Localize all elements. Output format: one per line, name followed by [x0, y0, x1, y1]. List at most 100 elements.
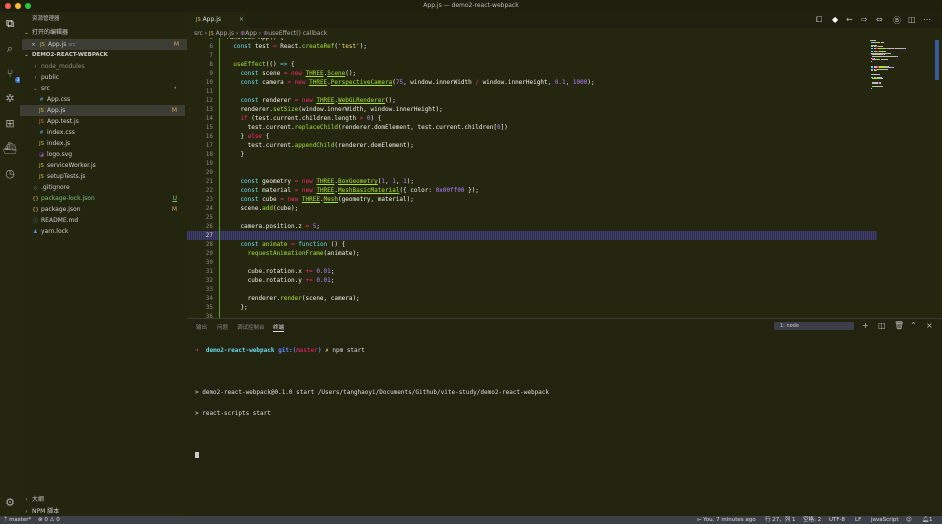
editor-scrollbar[interactable]	[935, 40, 939, 80]
explorer-icon[interactable]: ⧉	[3, 17, 17, 31]
item-label: index.css	[47, 129, 75, 136]
file-item[interactable]: JS serviceWorker.js	[20, 160, 185, 171]
file-item[interactable]: ◇ .gitignore	[20, 182, 185, 193]
line-number: 19	[205, 160, 213, 167]
feedback-icon[interactable]: ☺	[906, 516, 912, 524]
item-label: serviceWorker.js	[47, 162, 96, 169]
close-window-button[interactable]	[5, 3, 11, 9]
maximize-panel-icon[interactable]: ⌃	[910, 321, 917, 330]
terminal[interactable]: ➜ demo2-react-webpack git:(master) ✗ npm…	[195, 333, 549, 473]
new-terminal-icon[interactable]: +	[862, 321, 869, 330]
code-editor[interactable]: 5function App() {6 const test = React.cr…	[187, 38, 877, 318]
compare-icon[interactable]: ⧠	[816, 15, 822, 25]
breadcrumb-item[interactable]: App	[245, 30, 257, 37]
folder-item[interactable]: › public	[20, 72, 185, 83]
file-item[interactable]: ♟ yarn.lock	[20, 226, 185, 237]
file-item[interactable]: JS setupTests.js	[20, 171, 185, 182]
file-item[interactable]: ⓘ README.md	[20, 215, 185, 226]
tab-problems[interactable]: 问题	[217, 323, 228, 331]
item-label: App.js	[47, 107, 66, 114]
debug-icon[interactable]: ✲	[3, 92, 17, 106]
encoding-status[interactable]: UTF-8	[829, 516, 845, 524]
outline-section[interactable]: › 大纲	[23, 494, 188, 505]
code-line: 27	[187, 231, 877, 240]
folder-item[interactable]: › node_modules	[20, 61, 185, 72]
previous-change-icon[interactable]: ⇨	[861, 15, 868, 24]
code-line: 11	[187, 87, 877, 96]
file-item[interactable]: # App.css	[20, 94, 185, 105]
tab-debug-console[interactable]: 调试控制台	[237, 323, 265, 331]
minimap-line	[905, 48, 906, 49]
line-number: 9	[209, 70, 213, 77]
code-line: 15 test.current.replaceChild(renderer.do…	[187, 123, 877, 132]
open-changes-icon[interactable]: Ⓑ	[893, 15, 901, 26]
split-editor-icon[interactable]: ◫	[908, 15, 916, 24]
line-number: 23	[205, 196, 213, 203]
line-number: 14	[205, 115, 213, 122]
tab-output[interactable]: 输出	[196, 323, 207, 331]
cursor-position[interactable]: 行 27，列 1	[765, 516, 796, 524]
file-item[interactable]: JS App.js M	[20, 105, 185, 116]
docker-icon[interactable]: ⛴	[3, 142, 17, 156]
kill-terminal-icon[interactable]: 🗑	[894, 321, 904, 330]
problems-status[interactable]: ⊗ 0 ⚠ 0	[38, 516, 60, 524]
git-blame-status[interactable]: ⟜ You, 7 minutes ago	[697, 516, 756, 524]
activity-bar: ⧉ ⌕ ⑂ 3 ✲ ⊞ ⛴ ◷ ⚙	[0, 12, 21, 516]
line-number: 25	[205, 214, 213, 221]
folder-item[interactable]: ⌄ src •	[20, 83, 185, 94]
branch-status[interactable]: ᛘ master*	[4, 516, 31, 524]
code-text: if (test.current.children.length > 0) {	[226, 115, 382, 122]
git-lens-icon[interactable]: ◆	[832, 15, 838, 24]
close-panel-icon[interactable]: ×	[926, 321, 933, 330]
bell-icon: 🔔︎	[922, 517, 929, 523]
extensions-icon[interactable]: ⊞	[3, 117, 17, 131]
file-item[interactable]: {} package.json M	[20, 204, 185, 215]
tab-app-js[interactable]: JS App.js ×	[187, 12, 247, 28]
minimize-window-button[interactable]	[15, 3, 21, 9]
item-label: README.md	[41, 217, 79, 224]
source-control-icon[interactable]: ⑂ 3	[3, 67, 21, 83]
gear-icon[interactable]: ⚙	[3, 496, 17, 510]
breadcrumb-item[interactable]: src	[194, 30, 203, 37]
line-number: 8	[209, 61, 213, 68]
more-actions-icon[interactable]: ⋯	[923, 15, 931, 24]
eol-status[interactable]: LF	[855, 516, 861, 524]
next-change-icon[interactable]: ⇔	[876, 15, 883, 24]
file-item[interactable]: {} package-lock.json U	[20, 193, 185, 204]
open-editor-item[interactable]: × JS App.js src M	[22, 39, 187, 50]
code-line: 6 const test = React.createRef('test');	[187, 42, 877, 51]
indentation-status[interactable]: 空格: 2	[803, 516, 821, 524]
terminal-select[interactable]: 1: node	[774, 322, 854, 330]
line-number: 29	[205, 250, 213, 257]
maximize-window-button[interactable]	[25, 3, 31, 9]
search-icon[interactable]: ⌕	[3, 42, 17, 56]
line-number: 6	[209, 43, 213, 50]
file-item[interactable]: # index.css	[20, 127, 185, 138]
line-number: 26	[205, 223, 213, 230]
minimap[interactable]	[870, 40, 930, 100]
breadcrumb-item[interactable]: useEffect() callback	[268, 30, 327, 37]
minimap-line	[880, 56, 897, 57]
tab-close-icon[interactable]: ×	[239, 16, 244, 23]
git-change-indicator	[219, 38, 220, 318]
line-number: 7	[209, 52, 213, 59]
explorer-sidebar: 资源管理器 ⌄ 打开的编辑器 × JS App.js src M ⌄ DEMO2-REA…	[20, 12, 187, 516]
timeline-icon[interactable]: ◷	[3, 167, 17, 181]
item-label: index.js	[47, 140, 71, 147]
split-terminal-icon[interactable]: ◫	[878, 321, 886, 330]
language-status[interactable]: JavaScript	[871, 516, 899, 524]
line-number: 13	[205, 106, 213, 113]
file-item[interactable]: ◪ logo.svg	[20, 149, 185, 160]
git-status: M	[171, 206, 177, 213]
line-number: 28	[205, 241, 213, 248]
file-item[interactable]: JS App.test.js	[20, 116, 185, 127]
file-item[interactable]: JS index.js	[20, 138, 185, 149]
open-editors-header[interactable]: ⌄ 打开的编辑器	[23, 27, 188, 38]
breadcrumb-item[interactable]: App.js	[216, 30, 234, 37]
line-number: 11	[205, 88, 213, 95]
go-back-icon[interactable]: ⇜	[846, 15, 853, 24]
code-line: 26 camera.position.z = 5;	[187, 222, 877, 231]
tab-terminal[interactable]: 终端	[273, 323, 285, 332]
notifications-status[interactable]: 🔔︎1	[922, 516, 932, 524]
project-header[interactable]: ⌄ DEMO2-REACT-WEBPACK	[23, 50, 188, 61]
